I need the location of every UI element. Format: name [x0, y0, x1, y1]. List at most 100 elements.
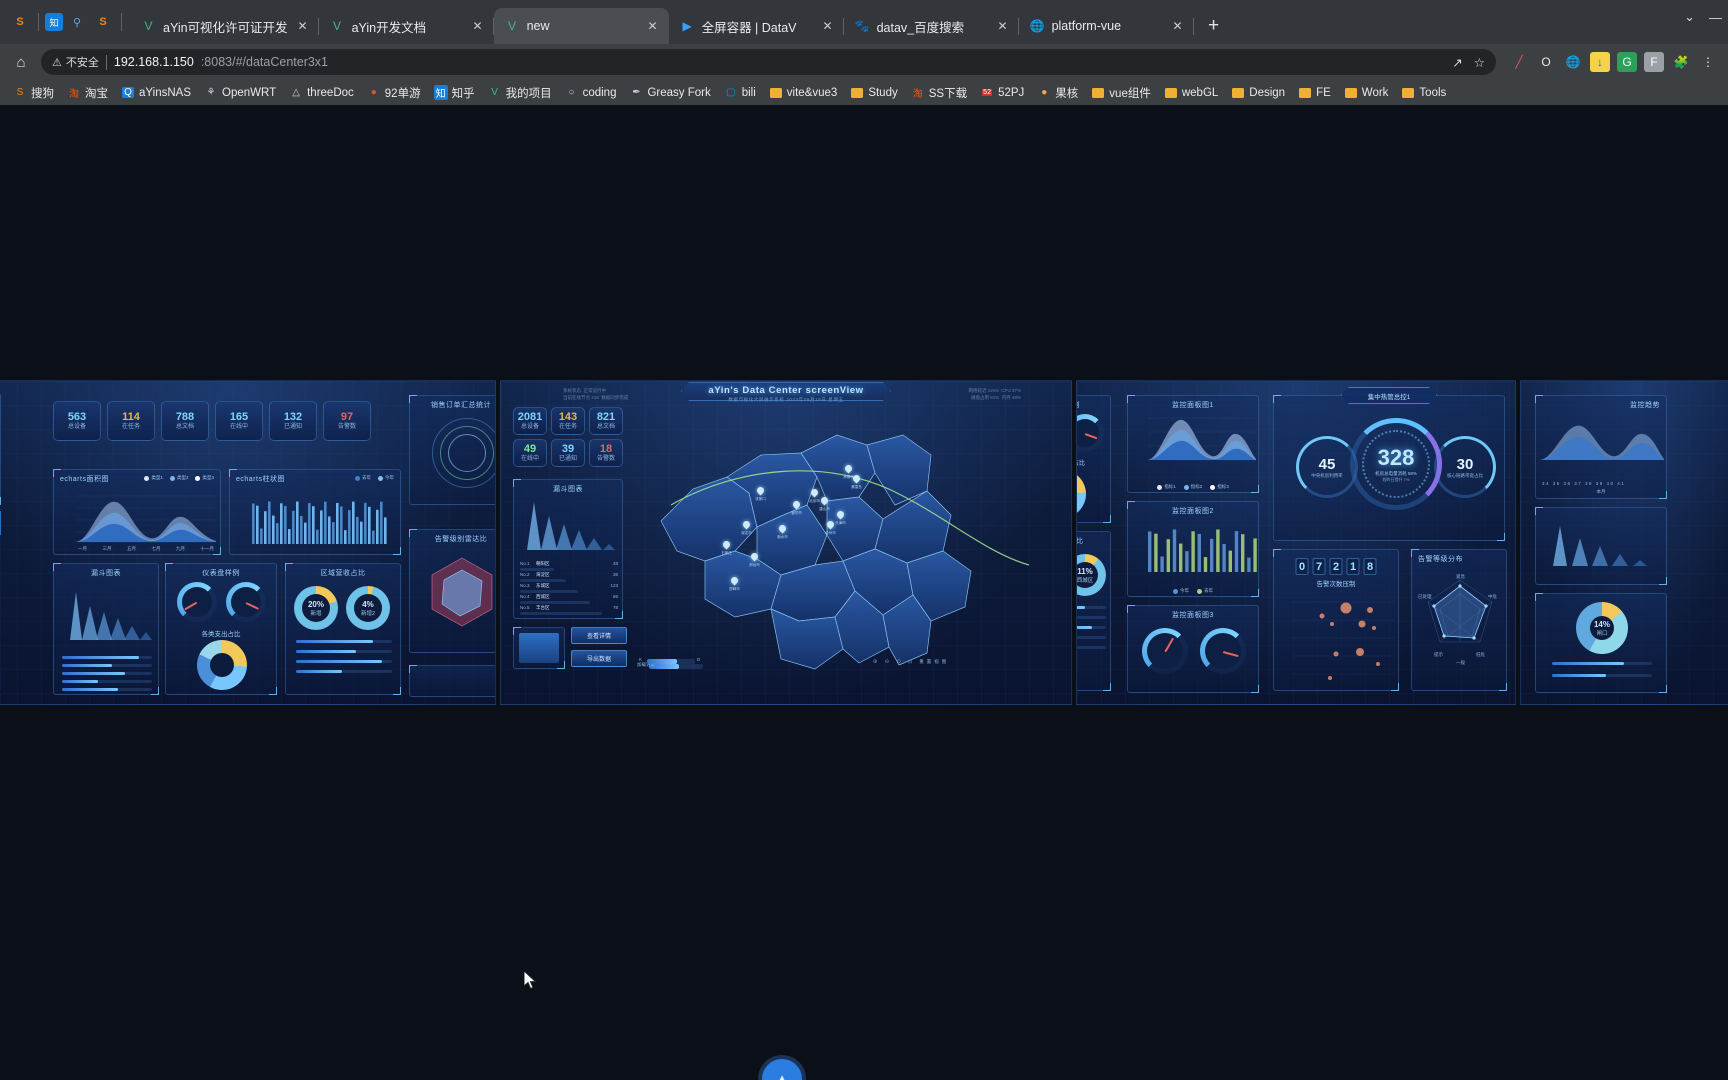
scroll-to-top-button[interactable]: ▲: [758, 1055, 806, 1080]
zhihu-icon[interactable]: 知: [45, 13, 63, 31]
star-icon[interactable]: ☆: [1474, 55, 1485, 70]
bookmark-果核[interactable]: ● 果核: [1032, 83, 1083, 103]
stat-card-2[interactable]: 788 总文档: [161, 401, 209, 441]
omnibox[interactable]: ⚠ 不安全 192.168.1.150:8083/#/dataCenter3x1…: [41, 49, 1496, 75]
right-radar-box[interactable]: 告警等级分布 紧急 中危 低危 提示 已处理 一般: [1411, 549, 1507, 691]
bookmark-我的项目[interactable]: V 我的项目: [483, 83, 557, 103]
center-preview-box[interactable]: [513, 627, 565, 669]
right-monitor-chart-2[interactable]: 监控面板图2 今年 去年: [1127, 501, 1259, 597]
bookmark-coding[interactable]: ○ coding: [560, 84, 622, 102]
left-area-chart[interactable]: echarts面积图 类型1 类型2 类型3 一月 三月 五月 七月 九月 十一月: [53, 469, 221, 555]
map-pin-邯郸市[interactable]: 邯郸市: [729, 575, 740, 591]
close-icon[interactable]: ✕: [295, 18, 311, 34]
stat-card-3[interactable]: 165 在线中: [215, 401, 263, 441]
map-toolbar[interactable]: ⊕ ⊖ ⊙ ⊡ 重置视图: [873, 659, 949, 665]
search-icon[interactable]: ⚲: [65, 10, 89, 34]
left-nav-item-0[interactable]: 首页: [0, 511, 1, 535]
left-nav-item-1[interactable]: 设备监控: [0, 537, 1, 561]
puzzle-icon[interactable]: 🧩: [1671, 52, 1691, 72]
tab-baidu-search[interactable]: 🐾 datav_百度搜索 ✕: [844, 8, 1019, 44]
translate-icon[interactable]: 🌐: [1563, 52, 1583, 72]
left-nav-item-5[interactable]: 日志审计: [0, 641, 1, 665]
map-pin-承德市[interactable]: 承德市: [843, 463, 854, 479]
stat-card-0[interactable]: 2081 总设备: [513, 407, 547, 435]
tab-ayin-docs[interactable]: V aYin开发文档 ✕: [319, 8, 494, 44]
bookmark-OpenWRT[interactable]: ⚘ OpenWRT: [199, 84, 281, 102]
stat-card-4[interactable]: 39 已通知: [551, 439, 585, 467]
close-icon[interactable]: ✕: [820, 18, 836, 34]
stat-card-0[interactable]: 563 总设备: [53, 401, 101, 441]
right-monitor-chart-1[interactable]: 监控面板图1 指标1 指标2 指标3: [1127, 395, 1259, 493]
left-nav-item-7[interactable]: 系统设置: [0, 693, 1, 704]
right-scatter-box[interactable]: 07218 告警次数压制: [1273, 549, 1399, 691]
new-tab-button[interactable]: +: [1200, 12, 1228, 40]
opera-icon[interactable]: O: [1536, 52, 1556, 72]
left-minibar-widget[interactable]: [409, 665, 495, 697]
map-pin-衡水市[interactable]: 衡水市: [777, 523, 788, 539]
left-nav-item-6[interactable]: 报表统计: [0, 667, 1, 691]
left-gauge-group[interactable]: 仪表盘样例 各类支出占比: [165, 563, 277, 695]
download-icon[interactable]: ↓: [1590, 52, 1610, 72]
right-ring-group[interactable]: 集中热管总控1 45 中央机房利用率 328 机房总电量消耗 58% 较昨日提升…: [1273, 387, 1505, 541]
map-pin-秦皇岛[interactable]: 秦皇岛: [851, 473, 862, 489]
stat-card-5[interactable]: 18 告警数: [589, 439, 623, 467]
bookmark-aYinsNAS[interactable]: Q aYinsNAS: [116, 84, 196, 102]
china-region-map[interactable]: [631, 401, 1071, 701]
map-pin-北京市[interactable]: 北京市: [809, 487, 820, 503]
minimize-icon[interactable]: —: [1709, 10, 1722, 25]
left-bar-chart[interactable]: echarts柱状图 去年 今年: [229, 469, 401, 555]
not-secure-badge[interactable]: ⚠ 不安全: [52, 54, 99, 70]
close-icon[interactable]: ✕: [470, 18, 486, 34]
stat-card-4[interactable]: 132 已通知: [269, 401, 317, 441]
sogou-icon[interactable]: S: [8, 10, 32, 34]
bookmark-Design[interactable]: Design: [1226, 84, 1290, 102]
left-nav-item-3[interactable]: 资产管理: [0, 589, 1, 613]
bookmark-搜狗[interactable]: S 搜狗: [8, 83, 59, 103]
far-chart-box[interactable]: 监控趋势 34 35 36 37 38 39 40 41 本月: [1535, 395, 1667, 499]
bookmark-FE[interactable]: FE: [1293, 84, 1336, 102]
close-icon[interactable]: ✕: [1170, 18, 1186, 34]
stat-card-5[interactable]: 97 告警数: [323, 401, 371, 441]
bookmark-Work[interactable]: Work: [1339, 84, 1394, 102]
bookmark-bili[interactable]: ▢ bili: [719, 84, 761, 102]
bookmark-SS下载[interactable]: 淘 SS下载: [906, 83, 972, 103]
map-pin-沧州市[interactable]: 沧州市: [825, 519, 836, 535]
adblock-icon[interactable]: ╱: [1509, 52, 1529, 72]
tab-platform-vue[interactable]: 🌐 platform-vue ✕: [1019, 8, 1194, 44]
left-region-chart[interactable]: 区域营收占比 20% 新增 4% 新增2: [285, 563, 401, 695]
share-icon[interactable]: ↗: [1452, 55, 1462, 70]
grammarly-icon[interactable]: G: [1617, 52, 1637, 72]
chevron-down-icon[interactable]: ⌄: [1684, 9, 1695, 25]
stat-card-2[interactable]: 821 总文档: [589, 407, 623, 435]
center-button-0[interactable]: 查看详情: [571, 627, 627, 644]
left-ring-widget[interactable]: 销售订单汇总统计: [409, 395, 495, 505]
f-icon[interactable]: F: [1644, 52, 1664, 72]
map-pin-石家庄[interactable]: 石家庄: [721, 539, 732, 555]
right-region-chart[interactable]: 区域营收占比 17% 朝阳区 11% 西城区: [1077, 531, 1111, 691]
left-funnel-chart[interactable]: 漏斗图表: [53, 563, 159, 695]
left-nav-item-2[interactable]: 告警中心: [0, 563, 1, 587]
home-icon[interactable]: ⌂: [10, 51, 32, 73]
tab-new[interactable]: V new ✕: [493, 8, 669, 44]
map-pin-邢台市[interactable]: 邢台市: [749, 551, 760, 567]
left-nav-item-4[interactable]: 运维工单: [0, 615, 1, 639]
map-pin-天津市[interactable]: 天津市: [835, 509, 846, 525]
close-icon[interactable]: ✕: [995, 18, 1011, 34]
stat-card-1[interactable]: 114 在任务: [107, 401, 155, 441]
bookmark-淘宝[interactable]: 淘 淘宝: [62, 83, 113, 103]
center-button-1[interactable]: 导出数据: [571, 650, 627, 667]
bookmark-vite&vue3[interactable]: vite&vue3: [764, 84, 843, 102]
tab-ayin-license[interactable]: V aYin可视化许可证开发 ✕: [130, 8, 319, 44]
bookmark-threeDoc[interactable]: △ threeDoc: [284, 84, 359, 102]
bookmark-webGL[interactable]: webGL: [1159, 84, 1223, 102]
center-funnel-box[interactable]: 漏斗图表 No.1 朝阳区 48 No.2 海淀区 36 No.3 东城区 12…: [513, 479, 623, 619]
bookmark-92单游[interactable]: ● 92单游: [362, 83, 426, 103]
stat-card-3[interactable]: 49 在线中: [513, 439, 547, 467]
sogou2-icon[interactable]: S: [91, 10, 115, 34]
far-funnel-box[interactable]: [1535, 507, 1667, 585]
bookmark-Greasy Fork[interactable]: ✒ Greasy Fork: [624, 84, 715, 102]
map-pin-唐山市[interactable]: 唐山市: [819, 495, 830, 511]
far-pie-box[interactable]: 14% 闸口: [1535, 593, 1667, 693]
bookmark-vue组件[interactable]: vue组件: [1086, 83, 1156, 103]
bookmark-Tools[interactable]: Tools: [1396, 84, 1451, 102]
